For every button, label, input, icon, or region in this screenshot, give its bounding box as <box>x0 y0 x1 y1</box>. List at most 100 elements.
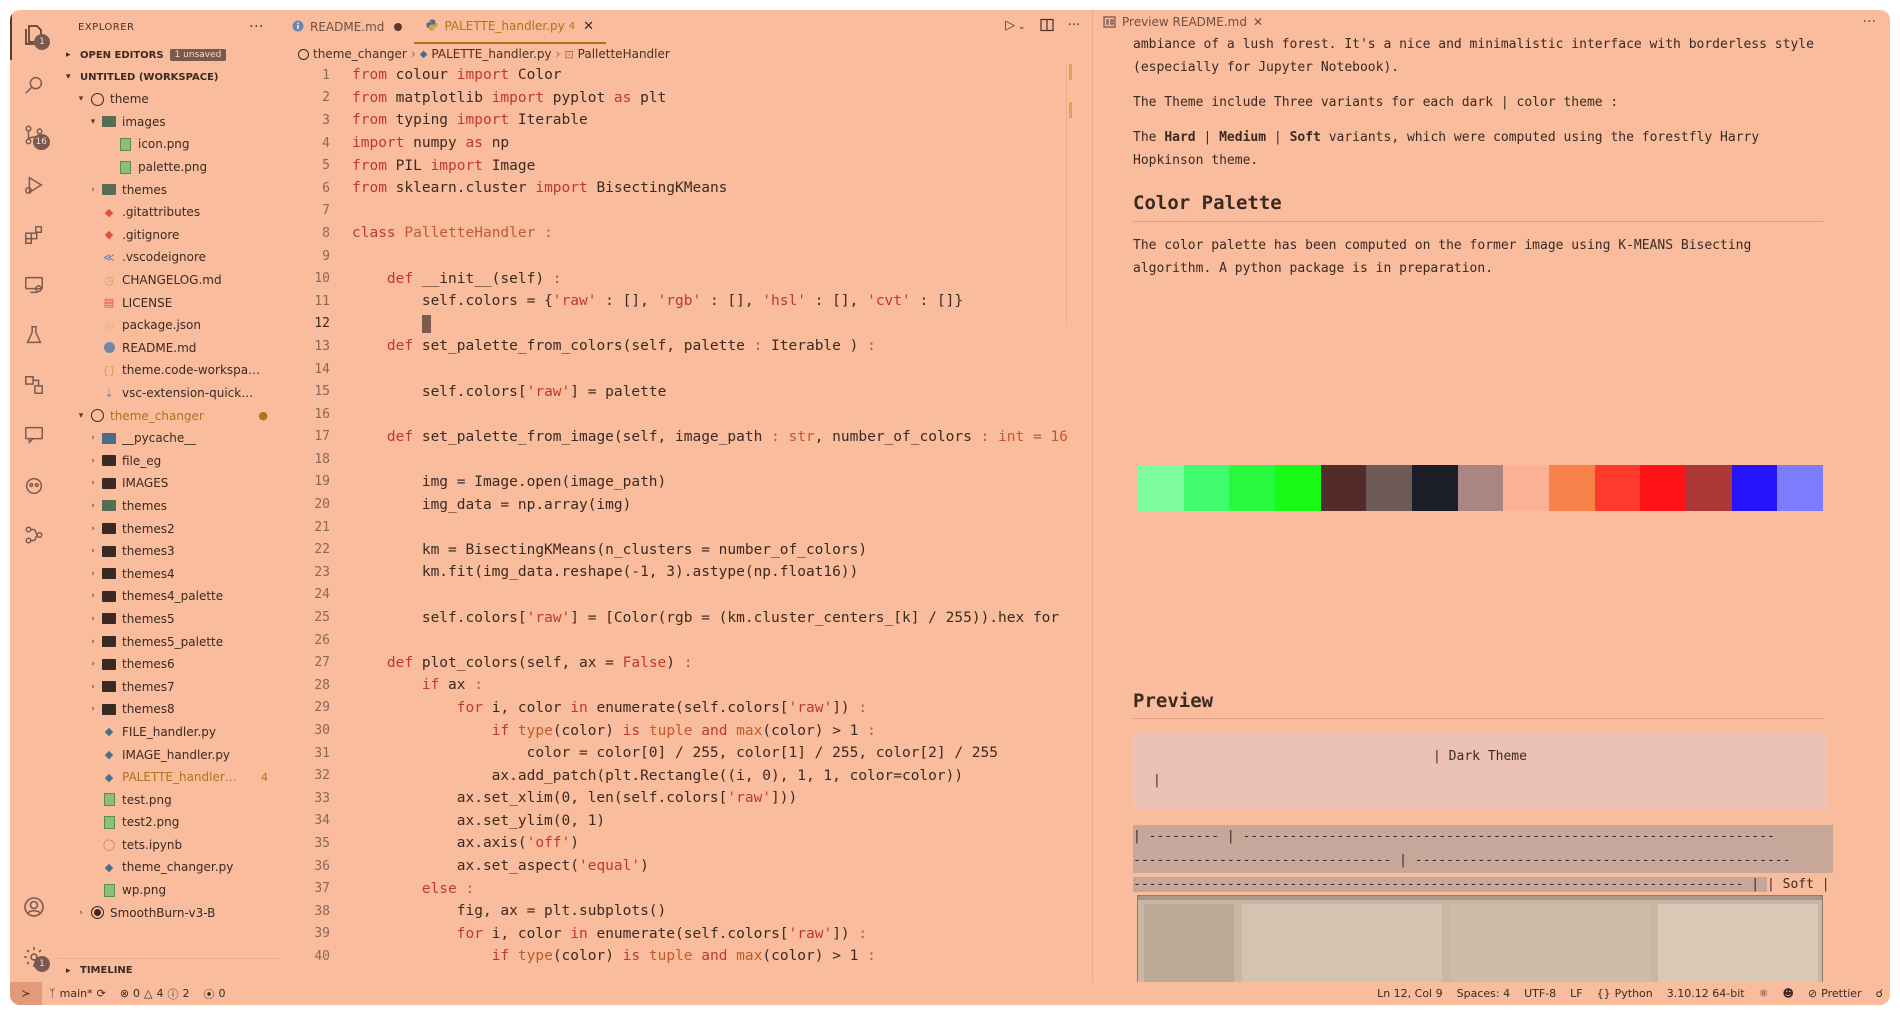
tree-item[interactable]: › themes4_palette <box>58 585 280 608</box>
chevron-right-icon[interactable]: › <box>86 433 100 443</box>
encoding[interactable]: UTF-8 <box>1517 987 1563 1000</box>
notifications-icon[interactable]: ☌ <box>1869 987 1890 1000</box>
tree-item[interactable]: › themes5_palette <box>58 630 280 653</box>
tab-preview-readme[interactable]: Preview README.md ✕ <box>1093 15 1263 29</box>
chevron-down-icon[interactable]: ▾ <box>74 94 88 104</box>
chevron-down-icon[interactable]: ▾ <box>86 117 100 127</box>
tree-item[interactable]: › SmoothBurn-v3-B <box>58 901 280 924</box>
tree-item[interactable]: ◎ package.json <box>58 314 280 337</box>
tree-item[interactable]: › IMAGES <box>58 472 280 495</box>
chevron-right-icon[interactable]: › <box>86 546 100 556</box>
chevron-right-icon[interactable]: › <box>86 682 100 692</box>
prettier-indicator[interactable]: ⊘ Prettier <box>1801 987 1869 1000</box>
end-of-line[interactable]: LF <box>1563 987 1589 1000</box>
breadcrumb-item[interactable]: theme_changer <box>313 47 407 61</box>
breadcrumb-item[interactable]: PALETTE_handler.py <box>431 47 551 61</box>
chevron-right-icon[interactable]: › <box>86 569 100 579</box>
copilot-status-icon[interactable]: ☻ <box>1775 987 1800 1000</box>
close-icon[interactable]: ✕ <box>583 19 594 34</box>
timeline-section[interactable]: ▸ TIMELINE <box>58 958 280 982</box>
tree-item[interactable]: icon.png <box>58 133 280 156</box>
tree-item[interactable]: › __pycache__ <box>58 427 280 450</box>
tree-item[interactable]: ◆ FILE_handler.py <box>58 721 280 744</box>
remote-indicator-icon[interactable]: ≻ <box>10 982 42 1005</box>
cursor-position[interactable]: Ln 12, Col 9 <box>1370 987 1450 1000</box>
feedback-icon[interactable]: ⚛ <box>1752 987 1776 1000</box>
tree-item[interactable]: › themes <box>58 178 280 201</box>
tree-item[interactable]: wp.png <box>58 879 280 902</box>
containers-icon[interactable] <box>10 360 58 410</box>
chevron-down-icon[interactable]: ▾ <box>74 411 88 421</box>
more-actions-icon[interactable]: ··· <box>249 19 264 35</box>
extensions-icon[interactable] <box>10 210 58 260</box>
search-icon[interactable] <box>10 60 58 110</box>
run-debug-icon[interactable] <box>10 160 58 210</box>
tree-item[interactable]: ◷ CHANGELOG.md <box>58 269 280 292</box>
tree-item[interactable]: › themes5 <box>58 608 280 631</box>
tree-item[interactable]: ▤ LICENSE <box>58 291 280 314</box>
tree-item[interactable]: › themes7 <box>58 675 280 698</box>
tab-palette-handler[interactable]: PALETTE_handler.py 4 ✕ <box>414 10 606 44</box>
sync-icon[interactable]: ⟳ <box>97 987 106 1000</box>
git-graph-icon[interactable] <box>10 510 58 560</box>
tree-item[interactable]: › themes <box>58 495 280 518</box>
source-control-icon[interactable]: 16 <box>10 110 58 160</box>
close-icon[interactable]: ✕ <box>1253 15 1263 29</box>
tree-item[interactable]: ◆ IMAGE_handler.py <box>58 743 280 766</box>
tree-item[interactable]: ▾ theme_changer ● <box>58 404 280 427</box>
chevron-right-icon[interactable]: › <box>86 478 100 488</box>
tree-item[interactable]: ◆ theme_changer.py <box>58 856 280 879</box>
tree-item[interactable]: › file_eg <box>58 450 280 473</box>
settings-gear-icon[interactable]: 1 <box>10 932 58 982</box>
more-actions-icon[interactable]: ··· <box>1068 18 1080 36</box>
tree-item[interactable]: › themes3 <box>58 540 280 563</box>
chevron-right-icon[interactable]: › <box>86 704 100 714</box>
problems-indicator[interactable]: ⊗ 0 △ 4 ⓘ 2 <box>113 986 197 1002</box>
explorer-icon[interactable]: 1 <box>10 10 58 60</box>
split-editor-icon[interactable] <box>1039 18 1054 36</box>
chevron-right-icon[interactable]: › <box>86 185 100 195</box>
branch-indicator[interactable]: ᛉ main* ⟳ <box>42 987 113 1000</box>
tree-item[interactable]: test.png <box>58 788 280 811</box>
tree-item[interactable]: ◆ .gitignore <box>58 224 280 247</box>
open-editors-section[interactable]: ▸ OPEN EDITORS 1 unsaved <box>58 44 280 66</box>
chevron-right-icon[interactable]: › <box>86 524 100 534</box>
chevron-right-icon[interactable]: › <box>86 501 100 511</box>
tree-item[interactable]: {} theme.code-workspace <box>58 359 280 382</box>
tree-item[interactable]: › themes2 <box>58 517 280 540</box>
indentation[interactable]: Spaces: 4 <box>1450 987 1517 1000</box>
chevron-right-icon[interactable]: › <box>86 591 100 601</box>
testing-icon[interactable] <box>10 310 58 360</box>
python-interpreter[interactable]: 3.10.12 64-bit <box>1660 987 1752 1000</box>
tree-item[interactable]: ≪ .vscodeignore <box>58 246 280 269</box>
chevron-right-icon[interactable]: › <box>74 908 88 918</box>
tree-item[interactable]: README.md <box>58 337 280 360</box>
chevron-right-icon[interactable]: › <box>86 659 100 669</box>
tree-item[interactable]: ▾ images <box>58 111 280 134</box>
tree-item[interactable]: palette.png <box>58 156 280 179</box>
ports-indicator[interactable]: ⦿ 0 <box>197 986 233 1002</box>
code-editor[interactable]: 1 from colour import Color 2 from matplotli… <box>280 64 1092 980</box>
workspace-section[interactable]: ▾ UNTITLED (WORKSPACE) <box>58 66 280 88</box>
tree-item[interactable]: › themes8 <box>58 698 280 721</box>
copilot-icon[interactable] <box>10 460 58 510</box>
tree-item[interactable]: › themes6 <box>58 653 280 676</box>
more-actions-icon[interactable]: ··· <box>1863 14 1876 30</box>
chevron-right-icon[interactable]: › <box>86 614 100 624</box>
run-icon[interactable]: ▷ ⌄ <box>1005 18 1025 36</box>
tree-item[interactable]: ⇣ vsc-extension-quick… <box>58 382 280 405</box>
language-mode[interactable]: {} Python <box>1590 987 1660 1000</box>
chevron-right-icon[interactable]: › <box>86 456 100 466</box>
tree-item[interactable]: › themes4 <box>58 562 280 585</box>
breadcrumb-item[interactable]: PalletteHandler <box>578 47 670 61</box>
tab-readme[interactable]: README.md <box>280 10 414 44</box>
account-icon[interactable] <box>10 882 58 932</box>
unsaved-dot-icon[interactable] <box>394 23 403 31</box>
tree-item[interactable]: ▾ theme <box>58 88 280 111</box>
tree-item[interactable]: ◆ .gitattributes <box>58 201 280 224</box>
chevron-right-icon[interactable]: › <box>86 637 100 647</box>
remote-explorer-icon[interactable] <box>10 260 58 310</box>
minimap[interactable] <box>1066 64 1078 324</box>
tree-item[interactable]: test2.png <box>58 811 280 834</box>
tree-item[interactable]: ◯ tets.ipynb <box>58 834 280 857</box>
